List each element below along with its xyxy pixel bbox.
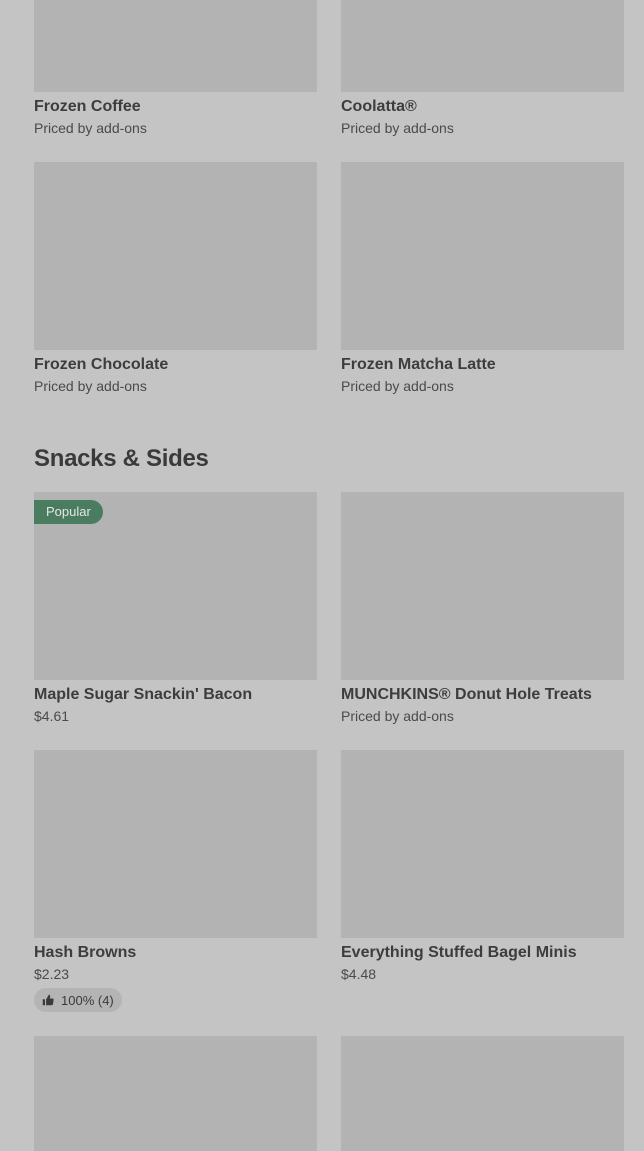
item-image [34, 1036, 317, 1151]
item-name: Frozen Chocolate [34, 356, 169, 373]
thumbs-up-icon [42, 994, 54, 1006]
item-name: Maple Sugar Snackin' Bacon [34, 686, 253, 703]
menu-item-card[interactable]: MUNCHKINS® Donut Hole Treats Priced by a… [341, 492, 624, 724]
menu-item-card[interactable]: Hash Browns $2.23 100% (4) [34, 750, 317, 1012]
item-price: Priced by add-ons [341, 120, 454, 136]
menu-item-card[interactable]: Popular Maple Sugar Snackin' Bacon $4.61 [34, 492, 317, 724]
item-price: Priced by add-ons [34, 120, 147, 136]
menu-item-card[interactable]: Frozen Chocolate Priced by add-ons [34, 162, 317, 394]
item-name: Frozen Coffee [34, 98, 141, 115]
menu-item-card[interactable]: Everything Stuffed Bagel Minis $4.48 [341, 750, 624, 982]
item-name: MUNCHKINS® Donut Hole Treats [341, 686, 592, 703]
section-title: Snacks & Sides [34, 445, 209, 472]
item-image [34, 0, 317, 92]
popular-badge: Popular [34, 500, 103, 524]
rating-text: 100% (4) [61, 992, 114, 1008]
item-image [341, 162, 624, 350]
menu-item-card[interactable]: Frozen Matcha Latte Priced by add-ons [341, 162, 624, 394]
item-name: Frozen Matcha Latte [341, 356, 496, 373]
menu-item-card[interactable] [341, 1036, 624, 1151]
item-price: Priced by add-ons [341, 378, 454, 394]
item-name: Coolatta® [341, 98, 417, 115]
item-name: Hash Browns [34, 944, 137, 961]
menu-item-card[interactable] [34, 1036, 317, 1151]
item-image [341, 492, 624, 680]
item-price: $4.48 [341, 966, 377, 982]
item-image [34, 162, 317, 350]
item-image [341, 1036, 624, 1151]
item-image: Popular [34, 492, 317, 680]
menu-item-card[interactable]: Coolatta® Priced by add-ons [341, 0, 624, 136]
item-price: Priced by add-ons [341, 708, 454, 724]
item-price: $4.61 [34, 708, 70, 724]
menu-item-card[interactable]: Frozen Coffee Priced by add-ons [34, 0, 317, 136]
item-image [341, 0, 624, 92]
rating-badge: 100% (4) [34, 988, 122, 1012]
item-image [341, 750, 624, 938]
item-name: Everything Stuffed Bagel Minis [341, 944, 577, 961]
item-price: $2.23 [34, 966, 70, 982]
item-image [34, 750, 317, 938]
item-price: Priced by add-ons [34, 378, 147, 394]
